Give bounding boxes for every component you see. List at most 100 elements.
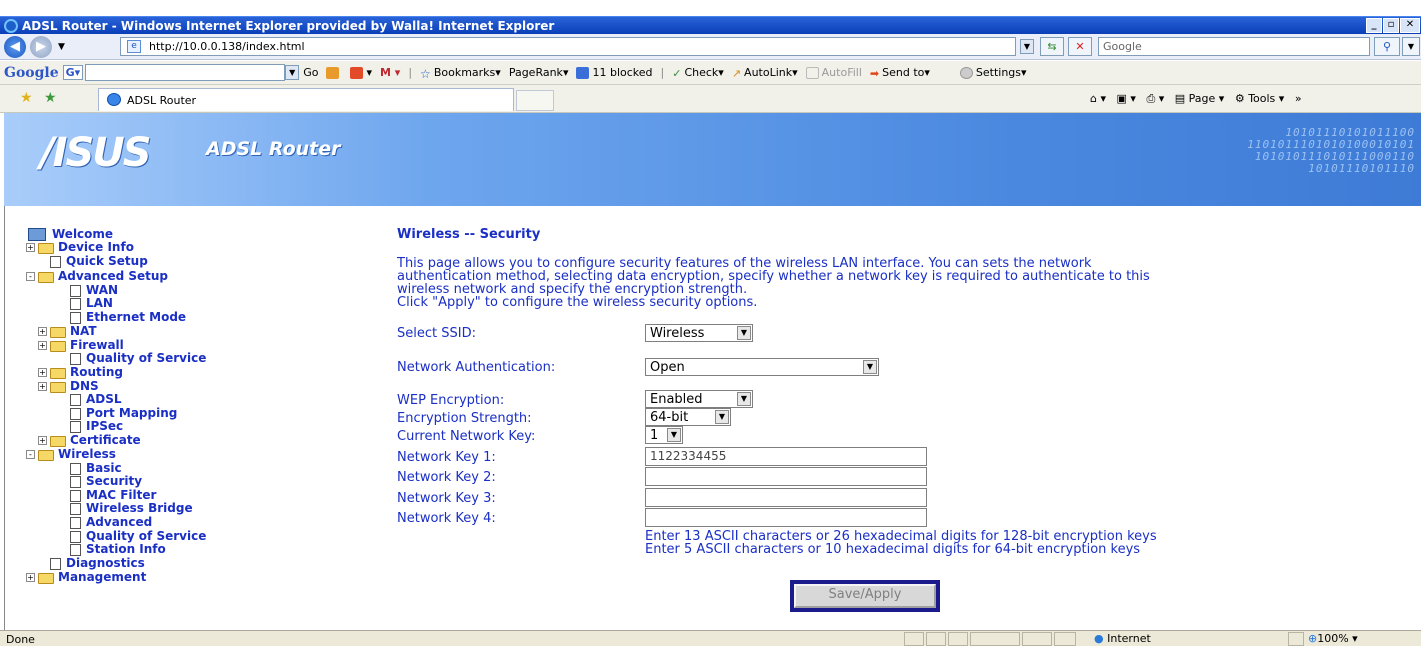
tab-bar: ★ ★ ADSL Router ⌂ ▾ ▣ ▾ ⎙ ▾ ▤ Page ▾ ⚙ T…: [0, 85, 1421, 113]
page-icon: e: [127, 40, 141, 53]
zoom-icon: ⊕: [1308, 632, 1318, 645]
add-favorites-icon[interactable]: ★: [44, 90, 57, 106]
forward-icon[interactable]: ▶: [30, 35, 52, 58]
chevron-down-icon: ▼: [715, 410, 729, 424]
document-icon: [50, 256, 61, 268]
sendto-icon: ➡: [869, 66, 880, 80]
expand-icon[interactable]: +: [38, 368, 47, 377]
url-dropdown-icon[interactable]: ▼: [1020, 39, 1034, 54]
network-key-3-input[interactable]: [645, 488, 927, 507]
minimize-icon[interactable]: _: [1366, 18, 1382, 33]
zoom-control[interactable]: ⊕100% ▾: [1308, 632, 1358, 645]
spellcheck-icon: ✓: [672, 66, 682, 80]
folder-icon: [50, 341, 66, 352]
document-icon: [70, 408, 81, 420]
network-key-2-input[interactable]: [645, 467, 927, 486]
history-dropdown-icon[interactable]: ▼: [58, 42, 65, 52]
browser-window: ADSL Router - Windows Internet Explorer …: [0, 0, 1421, 646]
status-cell: [1288, 632, 1304, 646]
tree-item-label: Wireless Bridge: [86, 501, 193, 515]
maximize-icon[interactable]: ▫: [1383, 18, 1399, 33]
back-icon[interactable]: ◀: [4, 35, 26, 58]
favorites-star-icon[interactable]: ★: [20, 90, 33, 106]
print-icon[interactable]: ⎙ ▾: [1146, 92, 1164, 105]
chevron-down-icon: ▼: [667, 428, 681, 442]
new-tab-button[interactable]: [516, 90, 554, 111]
autofill-button[interactable]: AutoFill: [805, 66, 862, 79]
expand-icon[interactable]: +: [26, 573, 35, 582]
close-icon[interactable]: ✕: [1400, 18, 1420, 33]
folder-icon: [50, 436, 66, 447]
network-key-4-input[interactable]: [645, 508, 927, 527]
document-icon: [70, 298, 81, 310]
page-menu[interactable]: ▤ Page ▾: [1175, 92, 1225, 105]
select-ssid-dropdown[interactable]: Wireless ▼: [645, 324, 753, 342]
document-icon: [70, 353, 81, 365]
tree-item-label: Routing: [70, 365, 124, 379]
network-key-1-label: Network Key 1:: [397, 450, 496, 465]
status-cell: [1022, 632, 1052, 646]
google-search-dropdown-icon[interactable]: ▼: [285, 65, 300, 80]
bookmarks-button[interactable]: ☆ Bookmarks ▾: [420, 66, 501, 81]
tree-item-label: ADSL: [86, 392, 122, 406]
chevron-down-icon: ▼: [863, 360, 877, 374]
google-search-input[interactable]: [85, 64, 286, 81]
tab-adsl-router[interactable]: ADSL Router: [98, 88, 514, 111]
settings-icon: [959, 66, 973, 79]
ie-command-bar: ⌂ ▾ ▣ ▾ ⎙ ▾ ▤ Page ▾ ⚙ Tools ▾ »: [1090, 92, 1302, 106]
tools-menu[interactable]: ⚙ Tools ▾: [1235, 92, 1285, 105]
refresh-icon[interactable]: ⇆: [1040, 37, 1064, 56]
status-cell: [970, 632, 1020, 646]
expand-icon[interactable]: +: [38, 382, 47, 391]
stop-icon[interactable]: ✕: [1068, 37, 1092, 56]
feeds-icon[interactable]: ▣ ▾: [1117, 92, 1136, 105]
search-input[interactable]: Google: [1098, 37, 1370, 56]
url-field[interactable]: e http://10.0.0.138/index.html: [120, 37, 1016, 56]
document-icon: [70, 285, 81, 297]
network-auth-dropdown[interactable]: Open ▼: [645, 358, 879, 376]
google-logo: Google: [4, 64, 59, 81]
computer-icon: [28, 228, 46, 241]
document-icon: [50, 558, 61, 570]
document-icon: [70, 312, 81, 324]
autolink-icon: ↗: [731, 66, 742, 80]
google-go-button[interactable]: Go: [303, 66, 318, 79]
left-frame-border: [4, 206, 9, 630]
google-g-icon[interactable]: G▾: [62, 65, 84, 80]
network-key-1-input[interactable]: 1122334455: [645, 447, 927, 466]
document-icon: [70, 503, 81, 515]
expand-icon[interactable]: +: [26, 243, 35, 252]
folder-icon: [38, 573, 54, 584]
search-options-icon[interactable]: ▼: [1402, 37, 1420, 56]
wep-encryption-dropdown[interactable]: Enabled ▼: [645, 390, 753, 408]
folder-icon: [50, 382, 66, 393]
sendto-button[interactable]: ➡ Send to ▾: [869, 66, 930, 80]
autolink-button[interactable]: ↗ AutoLink ▾: [731, 66, 798, 80]
tree-item-label: NAT: [70, 324, 97, 338]
save-apply-button[interactable]: Save/Apply: [794, 584, 936, 608]
tree-item-label: Advanced Setup: [58, 269, 169, 283]
folder-icon: [50, 368, 66, 379]
expand-icon[interactable]: +: [38, 436, 47, 445]
google-picasa-icon[interactable]: ▾: [350, 66, 372, 79]
expand-icon[interactable]: +: [38, 341, 47, 350]
pagerank-button[interactable]: PageRank ▾: [509, 66, 569, 79]
network-key-4-label: Network Key 4:: [397, 511, 496, 526]
expand-icon[interactable]: +: [38, 327, 47, 336]
popup-blocker-button[interactable]: 11 blocked: [576, 66, 653, 79]
home-icon[interactable]: ⌂ ▾: [1090, 92, 1106, 105]
ie-logo-icon: [4, 18, 18, 33]
current-key-dropdown[interactable]: 1 ▼: [645, 426, 683, 444]
google-news-icon[interactable]: [326, 66, 342, 79]
gmail-icon[interactable]: M ▾: [380, 66, 400, 79]
title-bar: ADSL Router - Windows Internet Explorer …: [0, 16, 1421, 34]
collapse-icon[interactable]: -: [26, 450, 35, 459]
encryption-strength-dropdown[interactable]: 64-bit ▼: [645, 408, 731, 426]
asus-logo: /ISUS: [40, 130, 152, 176]
spellcheck-button[interactable]: ✓ Check ▾: [672, 66, 724, 80]
chevron-icon[interactable]: »: [1295, 92, 1302, 105]
collapse-icon[interactable]: -: [26, 272, 35, 281]
settings-button[interactable]: Settings ▾: [959, 66, 1027, 79]
search-icon[interactable]: ⚲: [1374, 37, 1400, 56]
status-cell: [926, 632, 946, 646]
